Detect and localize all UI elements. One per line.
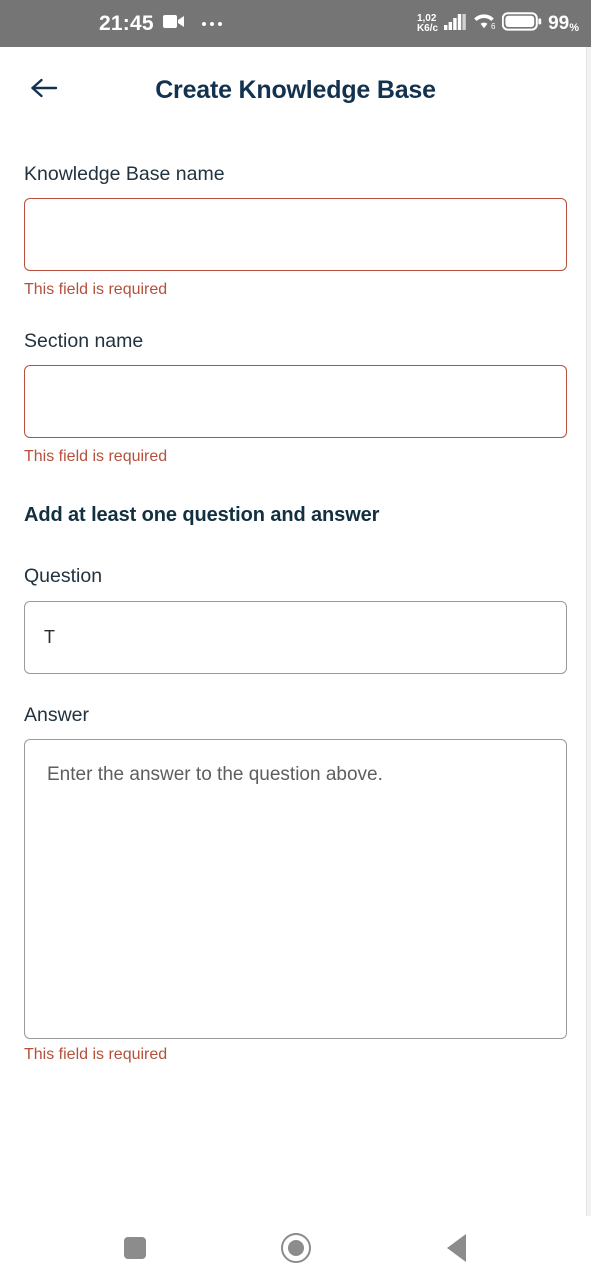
field-answer: Answer Enter the answer to the question … xyxy=(24,704,567,1065)
scrollbar-track[interactable] xyxy=(586,47,591,1216)
knowledge-base-name-error: This field is required xyxy=(24,281,168,299)
status-bar-right: 1,02 K6/c 6 99% xyxy=(416,11,579,36)
field-section-name: Section name This field is required xyxy=(24,330,567,467)
knowledge-base-name-label: Knowledge Base name xyxy=(24,163,225,185)
phone-screen: 21:45 1,02 K6/c 6 99% Create Knowledge B… xyxy=(0,0,591,1280)
section-name-input[interactable] xyxy=(24,364,567,438)
home-button[interactable] xyxy=(273,1225,319,1271)
square-recents-icon xyxy=(123,1237,146,1259)
battery-percent: 99% xyxy=(548,13,579,34)
status-clock: 21:45 xyxy=(99,12,154,35)
qa-section-heading: Add at least one question and answer xyxy=(24,504,380,527)
answer-label: Answer xyxy=(24,703,90,726)
svg-text:6: 6 xyxy=(491,22,496,30)
status-bar: 21:45 1,02 K6/c 6 99% xyxy=(0,0,591,47)
field-question: Question T xyxy=(24,565,567,674)
android-nav-bar xyxy=(0,1216,591,1280)
wifi-icon: 6 xyxy=(472,12,496,35)
app-bar: Create Knowledge Base xyxy=(24,47,567,133)
page-title: Create Knowledge Base xyxy=(155,75,436,104)
status-bar-left: 21:45 xyxy=(99,13,222,34)
battery-icon xyxy=(501,11,542,36)
screen-content: Create Knowledge Base Knowledge Base nam… xyxy=(0,47,591,1216)
video-camera-icon xyxy=(162,14,185,34)
question-label: Question xyxy=(24,565,103,588)
back-button[interactable] xyxy=(24,70,64,110)
answer-placeholder: Enter the answer to the question above. xyxy=(47,763,383,785)
cellular-signal-icon xyxy=(444,13,466,35)
knowledge-base-name-input[interactable] xyxy=(24,198,567,272)
circle-home-icon xyxy=(280,1233,311,1263)
back-nav-button[interactable] xyxy=(434,1225,480,1271)
network-speed-indicator: 1,02 K6/c xyxy=(416,13,439,34)
question-input[interactable]: T xyxy=(24,600,567,674)
triangle-back-icon xyxy=(447,1234,466,1262)
network-speed-unit: K6/c xyxy=(416,22,439,34)
field-knowledge-base-name: Knowledge Base name This field is requir… xyxy=(24,163,567,300)
overflow-dots-icon xyxy=(201,21,222,26)
answer-textarea[interactable]: Enter the answer to the question above. xyxy=(24,738,567,1039)
section-name-error: This field is required xyxy=(24,447,168,465)
section-name-label: Section name xyxy=(24,329,144,352)
arrow-left-icon xyxy=(29,76,59,105)
answer-error: This field is required xyxy=(24,1045,168,1063)
recents-button[interactable] xyxy=(112,1225,158,1271)
